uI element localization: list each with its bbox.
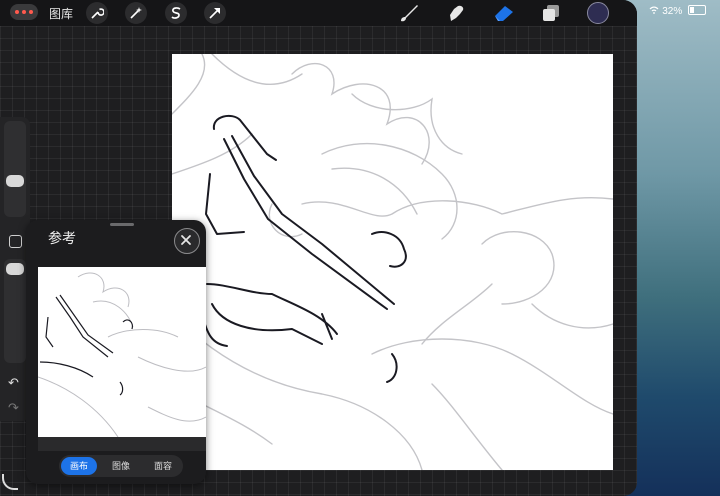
sketch-artwork [172, 54, 613, 470]
thumbnail-footer [38, 437, 206, 451]
more-dots-icon[interactable] [10, 4, 38, 20]
layers-icon[interactable] [540, 3, 562, 28]
top-toolbar: 图库 [0, 0, 637, 26]
opacity-slider[interactable] [4, 259, 26, 363]
opacity-knob[interactable] [6, 263, 24, 275]
battery-icon [688, 5, 706, 15]
tab-image[interactable]: 图像 [103, 457, 139, 475]
magic-wand-icon[interactable] [125, 2, 147, 24]
wifi-icon [649, 6, 662, 17]
close-icon[interactable] [174, 228, 200, 254]
drawing-canvas[interactable] [172, 54, 613, 470]
brush-icon[interactable] [398, 3, 420, 28]
reference-mode-segmented-control: 画布 图像 面容 [59, 455, 183, 477]
panel-drag-handle[interactable] [110, 223, 134, 226]
modify-button[interactable] [9, 235, 22, 248]
selection-s-icon[interactable] [165, 2, 187, 24]
gallery-button[interactable]: 图库 [49, 5, 73, 22]
color-picker-swatch[interactable] [587, 2, 609, 24]
drawing-app-window: 图库 ↶ ↷ 参考 画布 图像 面容 [0, 0, 637, 496]
eraser-icon[interactable] [492, 3, 516, 28]
brush-size-knob[interactable] [6, 175, 24, 187]
smudge-icon[interactable] [446, 3, 468, 28]
wrench-icon[interactable] [86, 2, 108, 24]
tab-face[interactable]: 面容 [145, 457, 181, 475]
battery-percentage: 32% [662, 6, 683, 17]
reference-canvas-thumbnail [38, 267, 206, 437]
undo-icon[interactable]: ↶ [8, 375, 19, 391]
reference-panel-title: 参考 [48, 230, 76, 246]
redo-icon[interactable]: ↷ [8, 400, 19, 416]
tab-canvas[interactable]: 画布 [61, 457, 97, 475]
arrow-transform-icon[interactable] [204, 2, 226, 24]
status-bar: 32% [649, 5, 706, 17]
brush-size-slider[interactable] [4, 121, 26, 217]
reference-panel: 参考 画布 图像 面容 [26, 220, 206, 484]
